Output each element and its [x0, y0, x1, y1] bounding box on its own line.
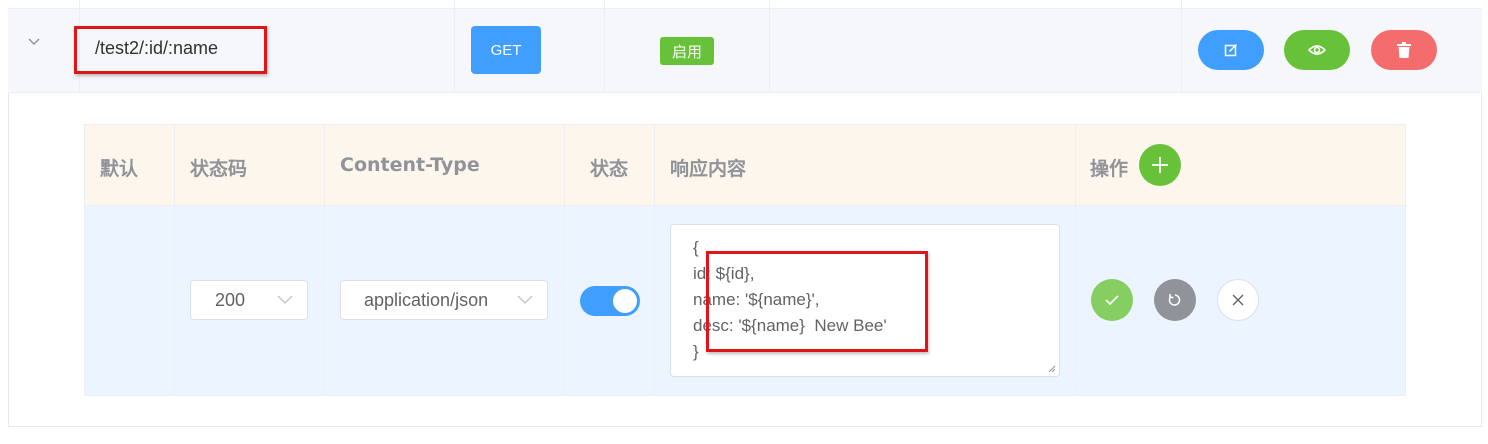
- expand-chevron-icon[interactable]: [26, 33, 42, 49]
- resize-handle-icon[interactable]: [1048, 365, 1056, 373]
- status-badge: 启用: [660, 37, 714, 65]
- header-status-code: 状态码: [190, 158, 248, 180]
- header-actions: 操作: [1090, 158, 1129, 180]
- content-type-select[interactable]: application/json: [340, 280, 548, 320]
- edit-icon: [1224, 43, 1238, 57]
- cancel-button[interactable]: [1217, 279, 1259, 321]
- enabled-toggle[interactable]: [580, 286, 640, 316]
- preview-button[interactable]: [1284, 30, 1350, 70]
- toggle-knob: [613, 289, 637, 313]
- method-button[interactable]: GET: [471, 26, 541, 74]
- highlight-path-box: [74, 26, 267, 74]
- add-response-button[interactable]: [1139, 144, 1181, 186]
- confirm-button[interactable]: [1091, 279, 1133, 321]
- content-type-value: application/json: [364, 289, 489, 310]
- reset-button[interactable]: [1154, 279, 1196, 321]
- trash-icon: [1397, 42, 1411, 58]
- header-content-type: Content-Type: [340, 154, 480, 176]
- chevron-down-icon: [517, 295, 533, 304]
- header-status: 状态: [590, 158, 629, 180]
- edit-button[interactable]: [1198, 30, 1264, 70]
- close-icon: [1232, 294, 1244, 306]
- highlight-body-box: [706, 251, 928, 352]
- chevron-down-icon: [277, 295, 293, 304]
- status-code-value: 200: [215, 289, 246, 310]
- refresh-icon: [1168, 294, 1181, 306]
- previous-row-edge: [8, 0, 1482, 8]
- check-icon: [1105, 295, 1119, 305]
- header-default: 默认: [100, 158, 139, 180]
- plus-icon: [1152, 157, 1168, 173]
- delete-button[interactable]: [1371, 30, 1437, 70]
- status-code-select[interactable]: 200: [190, 280, 308, 320]
- eye-icon: [1308, 45, 1326, 55]
- header-body: 响应内容: [670, 158, 747, 180]
